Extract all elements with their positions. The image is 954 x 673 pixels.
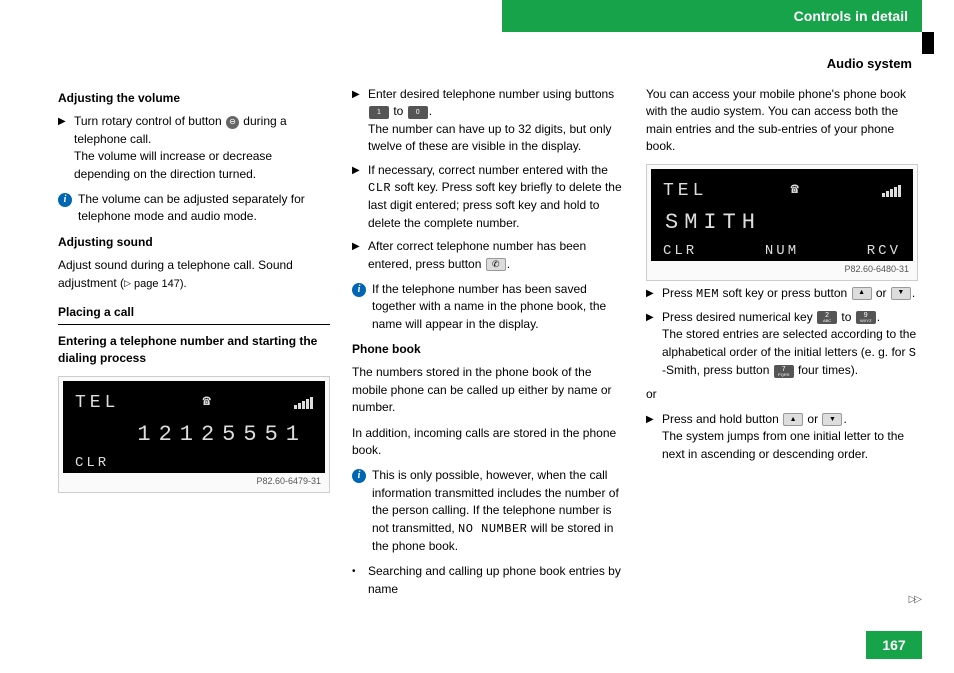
info-icon: i: [352, 469, 366, 483]
call-key-icon: ✆: [486, 258, 506, 271]
or-separator: or: [646, 386, 918, 403]
info-no-number: i This is only possible, however, when t…: [352, 467, 624, 555]
page-ref-icon: ▷: [124, 277, 131, 290]
lcd-num: NUM: [765, 241, 799, 261]
content-columns: Adjusting the volume ▶ Turn rotary contr…: [58, 86, 918, 604]
lcd-display-2: TEL ☎ SMITH CLR NUM RCV P82.60-6480-31: [646, 164, 918, 281]
section-placing-call: Placing a call: [58, 304, 330, 324]
bullet-press-call: ▶ After correct telephone number has bee…: [352, 238, 624, 273]
lcd-screen: TEL ☎ SMITH CLR NUM RCV: [651, 169, 913, 261]
col3-intro: You can access your mobile phone's phone…: [646, 86, 918, 156]
key-0-icon: 0: [408, 106, 428, 119]
key-1-icon: 1: [369, 106, 389, 119]
rotary-button-icon: ⊖: [226, 116, 239, 129]
dot-bullet-icon: •: [352, 563, 362, 598]
down-arrow-key-icon: ▼: [822, 413, 842, 426]
bullet-volume: ▶ Turn rotary control of button ⊖ during…: [58, 113, 330, 183]
signal-icon: [294, 397, 313, 409]
header-title: Controls in detail: [794, 8, 908, 24]
phone-icon: ☎: [790, 180, 798, 200]
column-2: ▶ Enter desired telephone number using b…: [352, 86, 624, 604]
info-volume: i The volume can be adjusted separately …: [58, 191, 330, 226]
info-icon: i: [58, 193, 72, 207]
bullet-search-name: • Searching and calling up phone book en…: [352, 563, 624, 598]
phonebook-p2: In addition, incoming calls are stored i…: [352, 425, 624, 460]
bullet-correct-number: ▶ If necessary, correct number entered w…: [352, 162, 624, 233]
lcd-rcv: RCV: [867, 241, 901, 261]
continue-icon: ▷▷: [909, 594, 920, 605]
heading-phone-book: Phone book: [352, 341, 624, 358]
up-arrow-key-icon: ▲: [783, 413, 803, 426]
lcd-caption-1: P82.60-6479-31: [63, 473, 325, 488]
lcd-tel-label: TEL: [663, 178, 707, 204]
bullet-press-mem: ▶ Press MEM soft key or press button ▲ o…: [646, 285, 918, 303]
triangle-bullet-icon: ▶: [646, 285, 656, 303]
lcd-clr: CLR: [663, 241, 697, 261]
heading-adjust-sound: Adjusting sound: [58, 234, 330, 251]
lcd-clr: CLR: [75, 453, 109, 473]
lcd-caption-2: P82.60-6480-31: [651, 261, 913, 276]
column-3: You can access your mobile phone's phone…: [646, 86, 918, 604]
lcd-tel-label: TEL: [75, 390, 119, 416]
phone-icon: ☎: [202, 392, 210, 412]
page-edge-tab: [922, 32, 934, 54]
key-7-icon: 7PQRS: [774, 365, 794, 378]
page-number-badge: 167: [866, 631, 922, 659]
phonebook-p1: The numbers stored in the phone book of …: [352, 364, 624, 416]
bullet-press-numkey: ▶ Press desired numerical key 2ABC to 9W…: [646, 309, 918, 380]
bullet-enter-number: ▶ Enter desired telephone number using b…: [352, 86, 624, 156]
key-2-icon: 2ABC: [817, 311, 837, 324]
header-bar: Controls in detail: [502, 0, 922, 32]
subheader: Audio system: [827, 56, 912, 71]
heading-adjust-volume: Adjusting the volume: [58, 90, 330, 107]
lcd-name: SMITH: [663, 207, 901, 235]
sound-paragraph: Adjust sound during a telephone call. So…: [58, 257, 330, 292]
heading-entering-number: Entering a telephone number and starting…: [58, 333, 330, 368]
column-1: Adjusting the volume ▶ Turn rotary contr…: [58, 86, 330, 604]
lcd-display-1: TEL ☎ 12125551 CLR P82.60-6479-31: [58, 376, 330, 493]
triangle-bullet-icon: ▶: [352, 238, 362, 273]
bullet-text: Turn rotary control of button ⊖ during a…: [74, 113, 330, 183]
key-9-icon: 9WXYZ: [856, 311, 876, 324]
lcd-number: 12125551: [75, 419, 313, 447]
lcd-screen: TEL ☎ 12125551 CLR: [63, 381, 325, 473]
info-icon: i: [352, 283, 366, 297]
triangle-bullet-icon: ▶: [352, 86, 362, 156]
info-text: The volume can be adjusted separately fo…: [78, 191, 330, 226]
signal-icon: [882, 185, 901, 197]
down-arrow-key-icon: ▼: [891, 287, 911, 300]
up-arrow-key-icon: ▲: [852, 287, 872, 300]
triangle-bullet-icon: ▶: [646, 411, 656, 463]
triangle-bullet-icon: ▶: [646, 309, 656, 380]
info-saved-name: i If the telephone number has been saved…: [352, 281, 624, 333]
triangle-bullet-icon: ▶: [352, 162, 362, 233]
triangle-bullet-icon: ▶: [58, 113, 68, 183]
bullet-press-hold: ▶ Press and hold button ▲ or ▼. The syst…: [646, 411, 918, 463]
